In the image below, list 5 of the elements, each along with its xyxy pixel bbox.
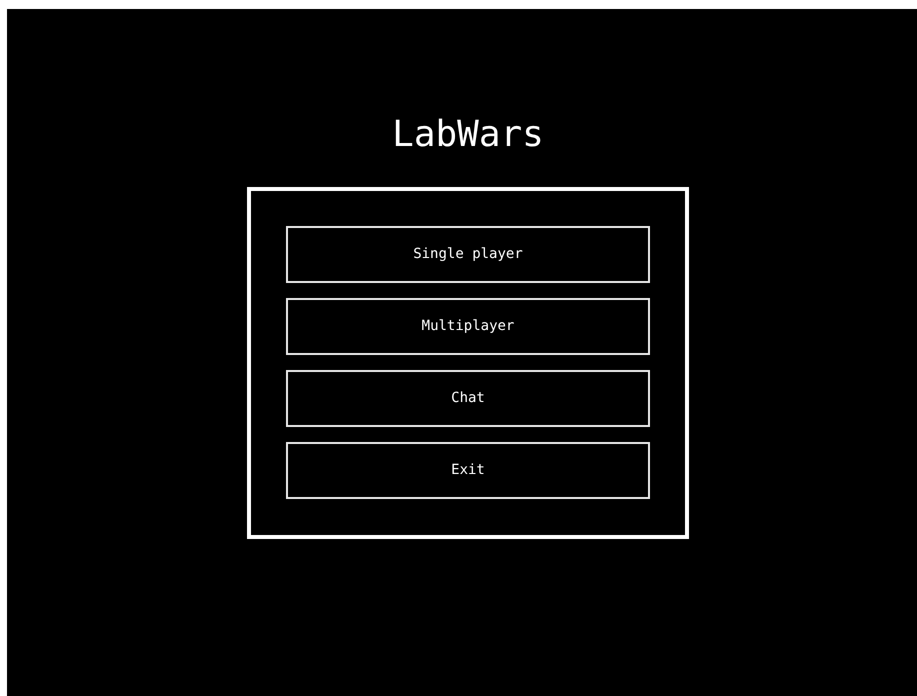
menu-button[interactable]: Exit (286, 442, 650, 499)
game-title: LabWars (392, 113, 544, 157)
menu-button[interactable]: Chat (286, 370, 650, 427)
menu-button[interactable]: Single player (286, 226, 650, 283)
menu-button[interactable]: Multiplayer (286, 298, 650, 355)
